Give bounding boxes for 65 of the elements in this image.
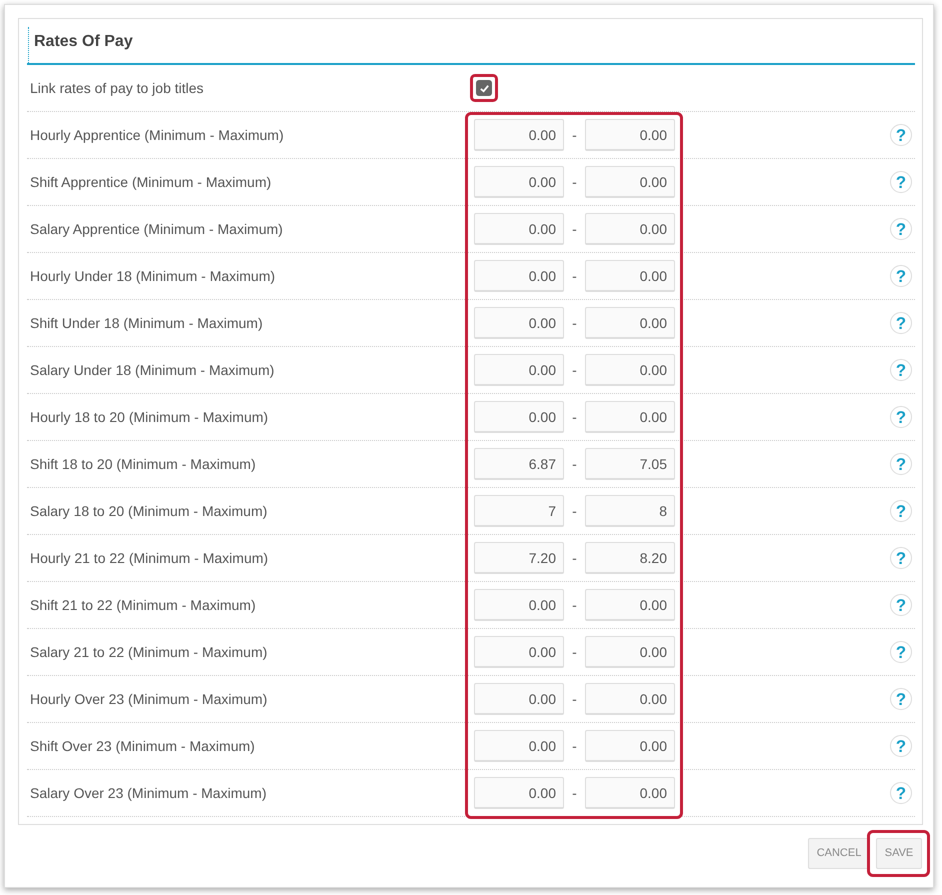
range-separator: - xyxy=(571,408,578,426)
range-separator: - xyxy=(571,454,578,474)
rate-label: Shift 18 to 20 (Minimum - Maximum) xyxy=(29,454,257,474)
maximum-field[interactable]: 0.00 xyxy=(585,260,675,292)
range-separator: - xyxy=(571,220,578,238)
range-separator: - xyxy=(571,548,578,568)
rate-label: Salary Apprentice (Minimum - Maximum) xyxy=(29,220,284,239)
range-separator: - xyxy=(571,314,578,332)
rate-label: Salary Under 18 (Minimum - Maximum) xyxy=(29,360,276,380)
checkbox[interactable] xyxy=(476,80,492,96)
rate-label: Hourly 18 to 20 (Minimum - Maximum) xyxy=(29,408,270,427)
range-separator: - xyxy=(571,736,578,756)
maximum-field[interactable]: 0.00 xyxy=(585,401,675,433)
check-icon xyxy=(478,82,490,94)
minimum-field[interactable]: 0.00 xyxy=(474,260,564,292)
maximum-field[interactable]: 0.00 xyxy=(585,683,675,715)
range-separator: - xyxy=(571,596,578,614)
maximum-field[interactable]: 0.00 xyxy=(585,166,675,198)
minimum-field[interactable]: 0.00 xyxy=(474,119,564,151)
maximum-field[interactable]: 8.20 xyxy=(585,542,675,574)
rate-label: Shift Under 18 (Minimum - Maximum) xyxy=(29,314,264,333)
range-separator: - xyxy=(571,126,578,144)
rate-label: Salary 18 to 20 (Minimum - Maximum) xyxy=(29,502,268,521)
rate-label: Shift Apprentice (Minimum - Maximum) xyxy=(29,172,272,192)
minimum-field[interactable]: 6.87 xyxy=(474,448,564,480)
minimum-field[interactable]: 0.00 xyxy=(474,213,564,245)
rate-label: Shift Over 23 (Minimum - Maximum) xyxy=(29,736,256,756)
maximum-field[interactable]: 8 xyxy=(585,495,675,527)
section-title: Rates Of Pay xyxy=(28,27,133,63)
minimum-field[interactable]: 0.00 xyxy=(474,730,564,762)
maximum-field[interactable]: 0.00 xyxy=(585,589,675,621)
maximum-field[interactable]: 0.00 xyxy=(585,354,675,386)
maximum-field[interactable]: 0.00 xyxy=(585,119,675,151)
minimum-field[interactable]: 0.00 xyxy=(474,777,564,809)
range-separator: - xyxy=(571,266,578,286)
rate-label: Hourly Over 23 (Minimum - Maximum) xyxy=(29,690,268,709)
maximum-field[interactable]: 0.00 xyxy=(585,730,675,762)
maximum-field[interactable]: 7.05 xyxy=(585,448,675,480)
rate-label: Salary Over 23 (Minimum - Maximum) xyxy=(29,784,268,803)
rate-label: Shift 21 to 22 (Minimum - Maximum) xyxy=(29,596,257,615)
rate-label: Hourly Under 18 (Minimum - Maximum) xyxy=(29,266,276,286)
rate-label: Salary 21 to 22 (Minimum - Maximum) xyxy=(29,642,268,662)
minimum-field[interactable]: 7.20 xyxy=(474,542,564,574)
range-separator: - xyxy=(571,172,578,192)
rate-label: Hourly Apprentice (Minimum - Maximum) xyxy=(29,126,285,145)
range-separator: - xyxy=(571,642,578,662)
option-label: Link rates of pay to job titles xyxy=(29,78,205,98)
minimum-field[interactable]: 0.00 xyxy=(474,307,564,339)
minimum-field[interactable]: 0.00 xyxy=(474,636,564,668)
rate-label: Hourly 21 to 22 (Minimum - Maximum) xyxy=(29,548,270,568)
minimum-field[interactable]: 0.00 xyxy=(474,354,564,386)
highlight-frame xyxy=(867,830,930,877)
minimum-field[interactable]: 0.00 xyxy=(474,683,564,715)
range-separator: - xyxy=(571,360,578,380)
range-separator: - xyxy=(571,502,578,520)
maximum-field[interactable]: 0.00 xyxy=(585,636,675,668)
minimum-field[interactable]: 0.00 xyxy=(474,401,564,433)
minimum-field[interactable]: 0.00 xyxy=(474,166,564,198)
maximum-field[interactable]: 0.00 xyxy=(585,777,675,809)
minimum-field[interactable]: 0.00 xyxy=(474,589,564,621)
range-separator: - xyxy=(571,784,578,802)
range-separator: - xyxy=(571,690,578,708)
minimum-field[interactable]: 7 xyxy=(474,495,564,527)
maximum-field[interactable]: 0.00 xyxy=(585,307,675,339)
maximum-field[interactable]: 0.00 xyxy=(585,213,675,245)
